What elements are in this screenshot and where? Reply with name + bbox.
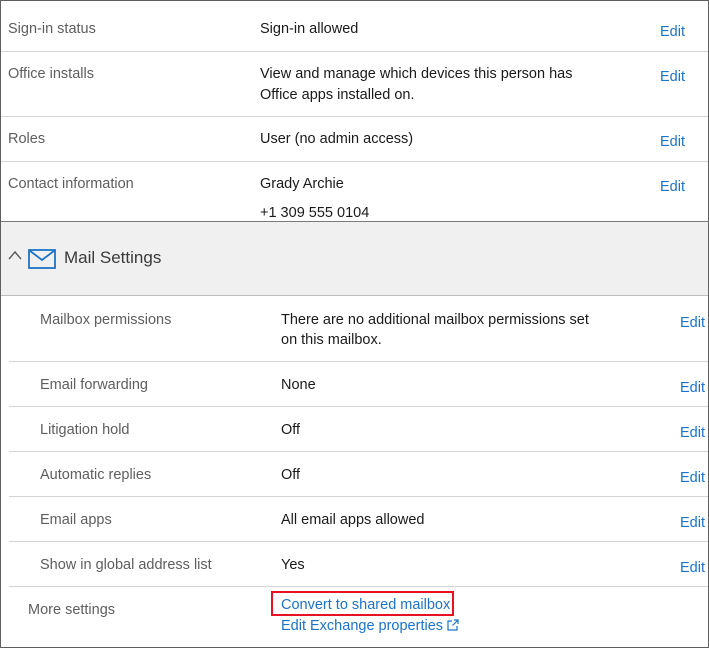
user-details-panel: Sign-in status Sign-in allowed Edit Offi… xyxy=(0,0,709,648)
office-installs-label: Office installs xyxy=(8,66,94,82)
office-installs-edit-link[interactable]: Edit xyxy=(660,69,685,85)
row-divider xyxy=(9,406,708,407)
contact-phone-value: +1 309 555 0104 xyxy=(260,205,370,221)
litigation-hold-value: Off xyxy=(281,422,301,438)
email-forwarding-label: Email forwarding xyxy=(40,377,148,393)
contact-name-value: Grady Archie xyxy=(260,176,344,192)
mailbox-permissions-label: Mailbox permissions xyxy=(40,312,172,328)
office-installs-value-line-1: View and manage which devices this perso… xyxy=(260,66,573,82)
contact-information-label: Contact information xyxy=(8,176,134,192)
email-forwarding-value: None xyxy=(281,377,316,393)
roles-label: Roles xyxy=(8,131,46,147)
email-forwarding-edit-link[interactable]: Edit xyxy=(680,380,705,396)
sign-in-status-label: Sign-in status xyxy=(8,21,96,37)
email-apps-value: All email apps allowed xyxy=(281,512,425,528)
row-divider xyxy=(1,51,708,52)
roles-edit-link[interactable]: Edit xyxy=(660,134,685,150)
chevron-up-icon[interactable] xyxy=(8,250,22,260)
more-settings-label: More settings xyxy=(28,602,116,618)
mail-settings-title: Mail Settings xyxy=(64,248,162,267)
mailbox-permissions-value-line-1: There are no additional mailbox permissi… xyxy=(281,312,589,328)
global-address-list-edit-link[interactable]: Edit xyxy=(680,560,705,576)
automatic-replies-label: Automatic replies xyxy=(40,467,152,483)
row-divider xyxy=(9,451,708,452)
row-divider xyxy=(1,116,708,117)
mailbox-permissions-value-line-2: on this mailbox. xyxy=(281,332,382,348)
sign-in-status-value: Sign-in allowed xyxy=(260,21,359,37)
row-divider xyxy=(9,361,708,362)
mail-settings-section-header[interactable]: Mail Settings xyxy=(1,221,708,296)
sign-in-status-edit-link[interactable]: Edit xyxy=(660,24,685,40)
automatic-replies-value: Off xyxy=(281,467,301,483)
roles-value: User (no admin access) xyxy=(260,131,414,147)
contact-information-edit-link[interactable]: Edit xyxy=(660,179,685,195)
global-address-list-label: Show in global address list xyxy=(40,557,212,573)
litigation-hold-edit-link[interactable]: Edit xyxy=(680,425,705,441)
email-apps-edit-link[interactable]: Edit xyxy=(680,515,705,531)
row-divider xyxy=(9,586,708,587)
row-divider xyxy=(1,161,708,162)
row-divider xyxy=(9,496,708,497)
row-divider xyxy=(9,541,708,542)
office-installs-value-line-2: Office apps installed on. xyxy=(260,87,415,103)
automatic-replies-edit-link[interactable]: Edit xyxy=(680,470,705,486)
envelope-icon xyxy=(28,249,56,269)
mailbox-permissions-edit-link[interactable]: Edit xyxy=(680,315,705,331)
litigation-hold-label: Litigation hold xyxy=(40,422,130,438)
external-link-icon[interactable] xyxy=(446,618,460,632)
edit-exchange-properties-link[interactable]: Edit Exchange properties xyxy=(281,618,443,634)
convert-to-shared-mailbox-link[interactable]: Convert to shared mailbox xyxy=(281,597,450,613)
email-apps-label: Email apps xyxy=(40,512,112,528)
global-address-list-value: Yes xyxy=(281,557,305,573)
